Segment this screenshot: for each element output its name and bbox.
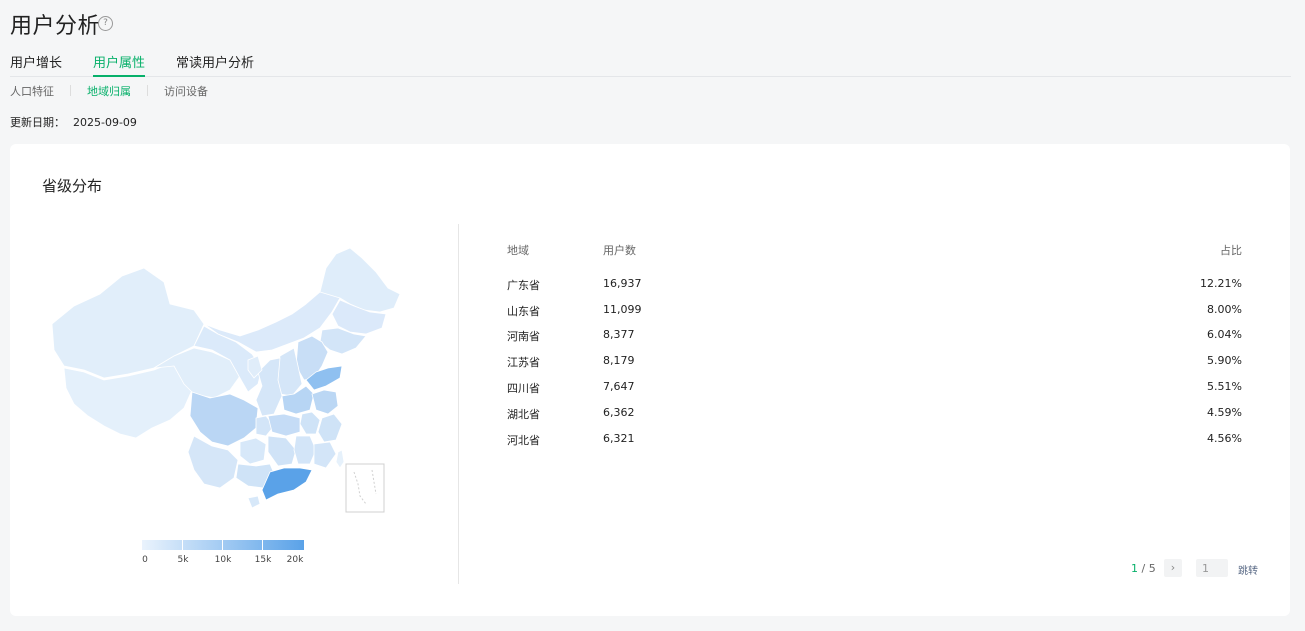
cell-region: 四川省 bbox=[507, 382, 540, 395]
cell-region: 江苏省 bbox=[507, 356, 540, 369]
cell-region: 湖北省 bbox=[507, 408, 540, 421]
update-date-value: 2025-09-09 bbox=[73, 116, 137, 129]
south-sea-inset bbox=[345, 463, 385, 513]
map-region-hunan bbox=[267, 435, 297, 467]
province-distribution-card: 省级分布 0 5k 10k 15k 20k 地域 用户数 占比 广东省 16,9… bbox=[10, 144, 1290, 616]
map-region-jiangsu bbox=[311, 389, 339, 415]
page-current: 1 bbox=[1131, 562, 1138, 575]
legend-label: 10k bbox=[214, 555, 232, 565]
map-region-anhui bbox=[299, 411, 321, 435]
col-header-users: 用户数 bbox=[603, 244, 636, 257]
next-page-button[interactable]: › bbox=[1164, 559, 1182, 577]
legend-label: 20k bbox=[286, 555, 304, 565]
legend-tick bbox=[262, 540, 263, 550]
tab-user-attributes[interactable]: 用户属性 bbox=[93, 52, 146, 77]
cell-users: 8,377 bbox=[603, 328, 635, 341]
subtab-divider bbox=[147, 85, 148, 96]
map-region-guizhou bbox=[239, 437, 267, 465]
cell-region: 河北省 bbox=[507, 434, 540, 447]
cell-region: 广东省 bbox=[507, 279, 540, 292]
card-title: 省级分布 bbox=[42, 177, 103, 195]
cell-share: 4.59% bbox=[1207, 406, 1242, 419]
cell-share: 4.56% bbox=[1207, 432, 1242, 445]
tab-frequent-readers[interactable]: 常读用户分析 bbox=[176, 52, 254, 76]
legend-tick bbox=[222, 540, 223, 550]
subtab-demographics[interactable]: 人口特征 bbox=[10, 83, 54, 99]
cell-region: 山东省 bbox=[507, 305, 540, 318]
map-region-fujian bbox=[313, 441, 337, 469]
cell-share: 5.90% bbox=[1207, 354, 1242, 367]
map-region-hubei bbox=[267, 413, 301, 437]
cell-users: 8,179 bbox=[603, 354, 635, 367]
cell-region: 河南省 bbox=[507, 330, 540, 343]
legend-label: 0 bbox=[142, 555, 148, 565]
cell-share: 12.21% bbox=[1200, 277, 1242, 290]
legend-label: 15k bbox=[254, 555, 272, 565]
map-region-zhejiang bbox=[317, 413, 343, 443]
legend-gradient-bar bbox=[142, 540, 304, 550]
chevron-right-icon: › bbox=[1170, 561, 1176, 574]
map-region-taiwan bbox=[335, 449, 345, 469]
subtab-devices[interactable]: 访问设备 bbox=[164, 83, 208, 99]
cell-users: 11,099 bbox=[603, 303, 642, 316]
cell-share: 6.04% bbox=[1207, 328, 1242, 341]
cell-share: 5.51% bbox=[1207, 380, 1242, 393]
map-region-hainan bbox=[247, 495, 261, 509]
update-date: 更新日期： 2025-09-09 bbox=[10, 114, 145, 130]
map-region-jiangxi bbox=[293, 435, 317, 465]
page-number-input[interactable] bbox=[1196, 559, 1228, 577]
map-region-sichuan bbox=[189, 391, 259, 447]
cell-users: 6,321 bbox=[603, 432, 635, 445]
cell-users: 7,647 bbox=[603, 380, 635, 393]
col-header-region: 地域 bbox=[507, 244, 529, 257]
subtab-region[interactable]: 地域归属 bbox=[87, 83, 131, 99]
col-header-share: 占比 bbox=[1220, 244, 1242, 257]
panel-divider bbox=[458, 224, 459, 584]
pagination-status: 1 / 5 bbox=[1131, 562, 1156, 575]
page-separator: / bbox=[1141, 562, 1146, 575]
jump-button[interactable]: 跳转 bbox=[1238, 562, 1258, 577]
china-province-map[interactable] bbox=[44, 238, 404, 528]
update-date-label: 更新日期： bbox=[10, 116, 65, 129]
help-icon[interactable]: ? bbox=[98, 16, 113, 31]
cell-users: 6,362 bbox=[603, 406, 635, 419]
main-tabs: 用户增长 用户属性 常读用户分析 bbox=[10, 52, 1291, 77]
legend-tick bbox=[182, 540, 183, 550]
legend-label: 5k bbox=[177, 555, 189, 565]
cell-share: 8.00% bbox=[1207, 303, 1242, 316]
page-total: 5 bbox=[1148, 562, 1156, 575]
tab-user-growth[interactable]: 用户增长 bbox=[10, 52, 62, 76]
page-title: 用户分析 bbox=[10, 14, 101, 39]
map-region-guangdong bbox=[261, 467, 313, 501]
subtab-divider bbox=[70, 85, 71, 96]
map-legend: 0 5k 10k 15k 20k bbox=[142, 540, 304, 565]
cell-users: 16,937 bbox=[603, 277, 642, 290]
